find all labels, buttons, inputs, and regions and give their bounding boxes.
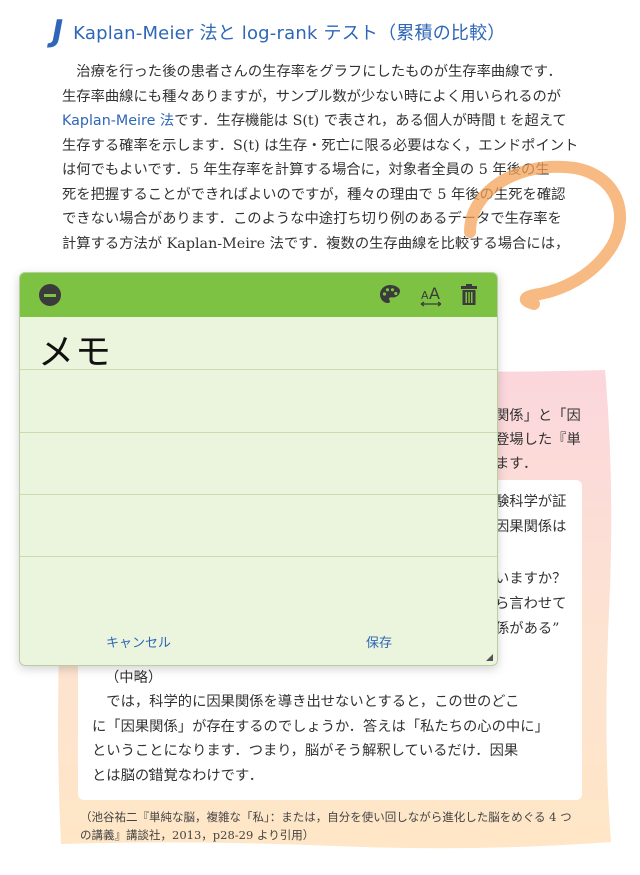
citation-line: （池谷祐二『単純な脳，複雑な「私」：または，自分を使い回しながら進化した脳をめぐ… (80, 810, 572, 824)
quote-fragment: いますか？ (495, 571, 567, 587)
quote-fragment: 験科学が証 (495, 494, 567, 510)
body-line: 治療を行った後の患者さんの生存率をグラフにしたものが生存率曲線です． (76, 64, 562, 80)
omitted-marker: （中略） (105, 670, 163, 686)
save-button[interactable]: 保存 (360, 631, 398, 652)
palette-icon[interactable] (378, 283, 402, 307)
citation: （池谷祐二『単純な脳，複雑な「私」：または，自分を使い回しながら進化した脳をめぐ… (80, 808, 600, 844)
section-heading: J Kaplan-Meier 法と log-rank テスト（累積の比較） (52, 14, 506, 50)
memo-toolbar: A A (20, 273, 497, 317)
section-letter-icon: J (52, 14, 64, 49)
cancel-button[interactable]: キャンセル (100, 631, 177, 652)
emphasis-dots: ・・・・ (126, 764, 199, 778)
quote-fragment: ます． (495, 456, 538, 472)
section-title: Kaplan-Meier 法と log-rank テスト（累積の比較） (73, 23, 506, 44)
body-line: は何でもよいです．5 年生存率を計算する場合に，対象者全員の 5 年後の生 (62, 162, 550, 178)
font-size-icon[interactable]: A A (418, 281, 444, 309)
body-paragraph: 治療を行った後の患者さんの生存率をグラフにしたものが生存率曲線です． 生存率曲線… (62, 60, 622, 256)
quote-line: では，科学的に因果関係を導き出せないとすると，この世のどこ (106, 694, 520, 710)
body-line: 生存する確率を示します．S(t) は生存・死亡に限る必要はなく，エンドポイント (62, 137, 579, 154)
minimize-icon[interactable] (39, 284, 61, 306)
quote-fragment: ら言わせて (495, 596, 567, 612)
body-line: 死を把握することができればよいのですが，種々の理由で 5 年後の生死を確認 (62, 186, 566, 203)
body-line: Kaplan-Meire 法です．生存機能は S(t) で表され，ある個人が時間… (62, 113, 567, 129)
citation-line: の講義』講談社，2013，p28-29 より引用） (80, 828, 315, 842)
resize-handle-icon[interactable] (486, 654, 493, 661)
ruled-line (20, 494, 497, 495)
quote-line: に「因果関係」が存在するのでしょうか．答えは「私たちの心の中に」 (92, 718, 549, 735)
quote-fragment: 係がある” (495, 621, 560, 637)
method-link[interactable]: Kaplan-Meire 法 (62, 113, 174, 129)
ruled-line (20, 432, 497, 433)
svg-text:A: A (421, 289, 429, 302)
body-line: 生存率曲線にも種々ありますが，サンプル数が少ない時によく用いられるのが (62, 88, 562, 105)
body-line: 計算する方法が Kaplan-Meire 法です．複数の生存曲線を比較する場合に… (62, 235, 570, 252)
quote-fragment: 関係」と「因 (495, 408, 581, 424)
svg-text:A: A (429, 284, 440, 303)
quote-line: ということになります．つまり，脳がそう解釈しているだけ．因果 (92, 743, 519, 759)
quote-fragment: 登場した『単 (495, 432, 581, 448)
trash-icon[interactable] (459, 283, 479, 307)
memo-panel[interactable]: A A メモ キャンセル 保存 (19, 272, 498, 666)
quote-fragment: 因果関係は (495, 519, 567, 535)
memo-text[interactable]: メモ (38, 323, 112, 375)
body-line: できない場合があります．このような中途打ち切り例のあるデータで生存率を (62, 211, 562, 227)
ruled-line (20, 556, 497, 557)
document-page: J Kaplan-Meier 法と log-rank テスト（累積の比較） 治療… (0, 0, 640, 875)
